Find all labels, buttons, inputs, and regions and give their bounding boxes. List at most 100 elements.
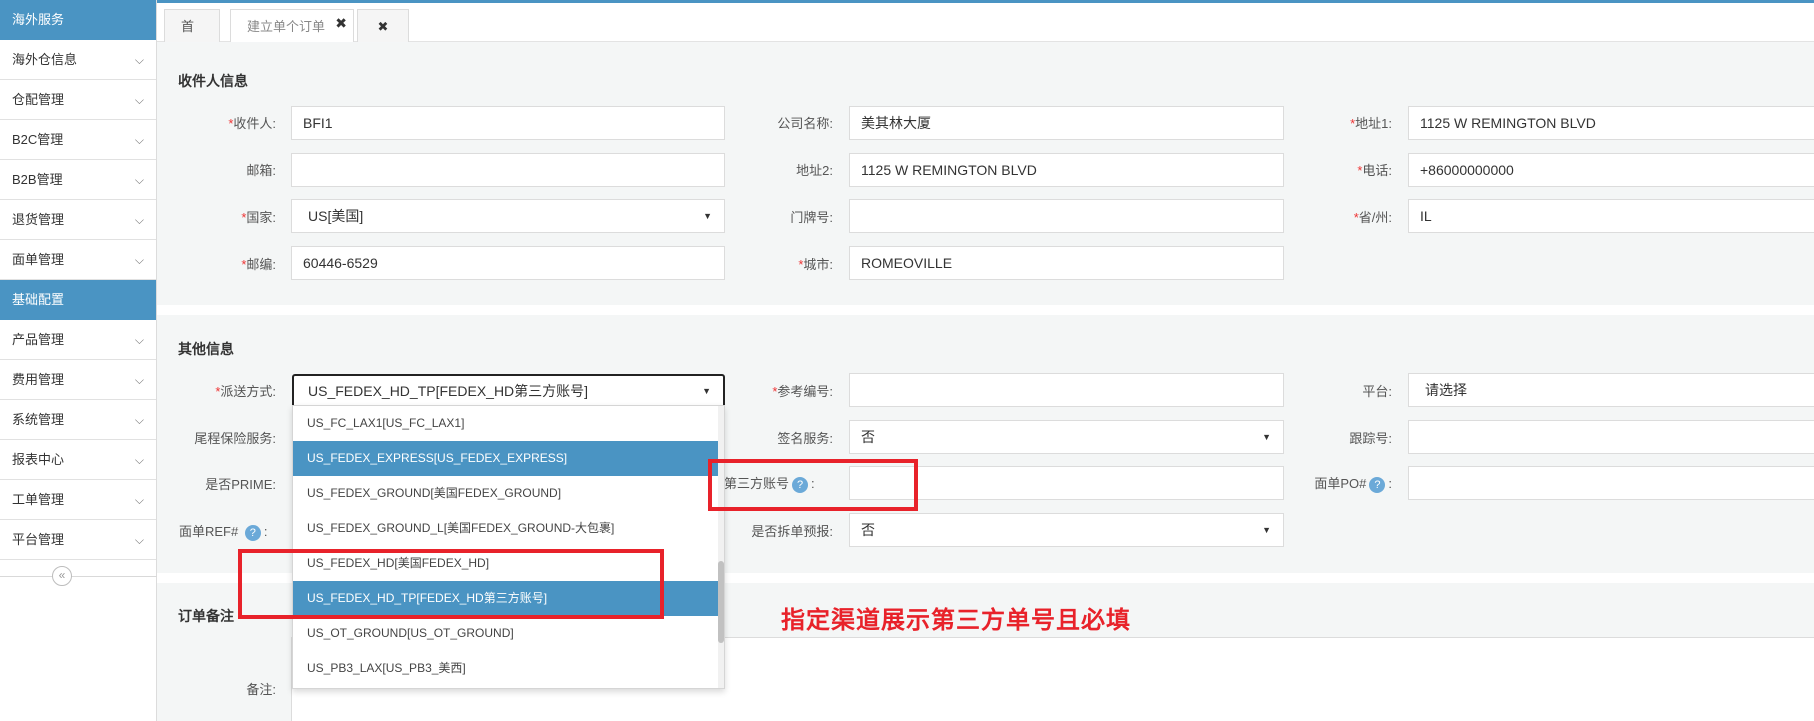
email-input[interactable] [291,153,725,187]
sidebar-item-label: 工单管理 [12,492,65,507]
address2-input[interactable]: 1125 W REMINGTON BLVD [849,153,1284,187]
chevron-down-icon: ⌵ [134,93,144,107]
caret-down-icon: ▼ [1262,525,1271,535]
sidebar-item-label: 面单管理 [12,252,65,267]
caret-down-icon: ▼ [1262,432,1271,442]
state-input[interactable]: IL [1408,199,1814,233]
reference-number-label: *参考编号: [772,384,833,399]
annotation-box-selected-option [238,549,664,619]
country-select[interactable]: US[美国] ▼ [291,199,725,233]
sidebar-item-warehouse-info[interactable]: 海外仓信息 ⌵ [0,40,156,80]
delivery-method-label: *派送方式: [215,384,276,399]
chevron-down-icon: ⌵ [134,333,144,347]
sidebar-item-label: 海外仓信息 [12,52,78,67]
help-icon[interactable]: ? [1369,476,1386,493]
chevron-down-icon: ⌵ [134,373,144,387]
split-order-select[interactable]: 否 ▼ [849,513,1284,547]
signature-select[interactable]: 否 ▼ [849,420,1284,454]
tab-bar: 首页 建立单个订单 ✖ ✖ [157,3,1814,67]
close-icon: ✖ [377,19,389,34]
chevron-down-icon: ⌵ [134,173,144,187]
sidebar-item-system[interactable]: 系统管理 ⌵ [0,400,156,440]
dropdown-option[interactable]: US_FEDEX_GROUND[美国FEDEX_GROUND] [293,476,724,511]
phone-input[interactable]: +86000000000 [1408,153,1814,187]
phone-label: *电话: [1357,163,1392,178]
company-name-input[interactable]: 美其林大厦 [849,106,1284,140]
delivery-method-select[interactable]: US_FEDEX_HD_TP[FEDEX_HD第三方账号] ▼ [292,374,725,408]
chevron-down-icon: ⌵ [134,533,144,547]
annotation-text: 指定渠道展示第三方单号且必填 [781,607,1131,634]
signature-select-value: 否 [861,429,875,445]
label-po-input[interactable] [1408,466,1814,500]
delivery-method-dropdown: US_FC_LAX1[US_FC_LAX1] US_FEDEX_EXPRESS[… [292,405,725,689]
sidebar: 海外服务 海外仓信息 ⌵ 仓配管理 ⌵ B2C管理 ⌵ B2B管理 ⌵ 退货管理 ⌵ 面单… [0,0,157,721]
sidebar-item-label: 报表中心 [12,452,65,467]
sidebar-header-overseas[interactable]: 海外服务 [0,0,156,40]
zip-label: *邮编: [241,257,276,272]
dropdown-option[interactable]: US_OT_GROUND[US_OT_GROUND] [293,616,724,651]
dropdown-option[interactable]: US_FEDEX_GROUND_L[美国FEDEX_GROUND-大包裹] [293,511,724,546]
annotation-box-third-party [708,459,918,511]
sidebar-item-fulfillment[interactable]: 仓配管理 ⌵ [0,80,156,120]
sidebar-item-reports[interactable]: 报表中心 ⌵ [0,440,156,480]
reference-number-input[interactable] [849,373,1284,407]
split-order-select-value: 否 [861,522,875,538]
collapse-sidebar-icon[interactable]: « [52,566,72,586]
door-number-label: 门牌号: [790,210,833,225]
recipient-name-input[interactable]: BFI1 [291,106,725,140]
door-number-input[interactable] [849,199,1284,233]
platform-label: 平台: [1362,384,1392,399]
tab-create-order[interactable]: 建立单个订单 ✖ [230,9,354,42]
label-po-label: 面单PO#?: [1314,476,1392,493]
section-separator [157,305,1814,315]
caret-down-icon: ▼ [703,211,712,221]
chevron-down-icon: ⌵ [134,253,144,267]
caret-down-icon: ▼ [702,386,711,396]
dropdown-scrollbar[interactable] [718,406,724,688]
tracking-number-label: 跟踪号: [1349,431,1392,446]
chevron-down-icon: ⌵ [134,53,144,67]
sidebar-item-products[interactable]: 产品管理 ⌵ [0,320,156,360]
sidebar-item-labels[interactable]: 面单管理 ⌵ [0,240,156,280]
dropdown-option[interactable]: US_FC_LAX1[US_FC_LAX1] [293,406,724,441]
other-info-section-title: 其他信息 [178,341,234,357]
zip-input[interactable]: 60446-6529 [291,246,725,280]
recipient-name-label: *收件人: [228,116,276,131]
sidebar-item-label: B2C管理 [12,132,64,147]
close-tab-icon[interactable]: ✖ [335,7,347,40]
sidebar-item-tickets[interactable]: 工单管理 ⌵ [0,480,156,520]
chevron-down-icon: ⌵ [134,453,144,467]
sidebar-item-label: 产品管理 [12,332,65,347]
city-input[interactable]: ROMEOVILLE [849,246,1284,280]
address1-input[interactable]: 1125 W REMINGTON BLVD [1408,106,1814,140]
platform-select[interactable]: 请选择 [1408,373,1814,407]
delivery-method-value: US_FEDEX_HD_TP[FEDEX_HD第三方账号] [308,383,589,399]
tab-home[interactable]: 首页 [164,9,220,67]
sidebar-item-label: 费用管理 [12,372,65,387]
sidebar-item-label: 系统管理 [12,412,65,427]
chevron-down-icon: ⌵ [134,213,144,227]
chevron-down-icon: ⌵ [134,413,144,427]
close-all-tabs-button[interactable]: ✖ [357,9,409,42]
dropdown-option[interactable]: US_PB3_LAX[US_PB3_美西] [293,651,724,686]
dropdown-option[interactable]: US_FEDEX_EXPRESS[US_FEDEX_EXPRESS] [293,441,724,476]
label-ref-label: 面单REF# ?: [179,524,268,541]
recipient-section-title: 收件人信息 [178,73,248,89]
company-name-label: 公司名称: [777,116,833,131]
sidebar-item-b2c[interactable]: B2C管理 ⌵ [0,120,156,160]
city-label: *城市: [798,257,833,272]
sidebar-item-b2b[interactable]: B2B管理 ⌵ [0,160,156,200]
dropdown-scrollbar-thumb[interactable] [718,561,724,643]
sidebar-item-label: 退货管理 [12,212,65,227]
prime-label: 是否PRIME: [205,477,276,492]
insurance-label: 尾程保险服务: [194,431,276,446]
tracking-number-input[interactable] [1408,420,1814,454]
email-label: 邮箱: [246,163,276,178]
sidebar-header-basic[interactable]: 基础配置 [0,280,156,320]
sidebar-item-platforms[interactable]: 平台管理 ⌵ [0,520,156,560]
sidebar-item-fees[interactable]: 费用管理 ⌵ [0,360,156,400]
sidebar-item-label: 仓配管理 [12,92,65,107]
tab-label: 建立单个订单 [247,19,326,34]
help-icon[interactable]: ? [244,524,261,541]
sidebar-item-returns[interactable]: 退货管理 ⌵ [0,200,156,240]
